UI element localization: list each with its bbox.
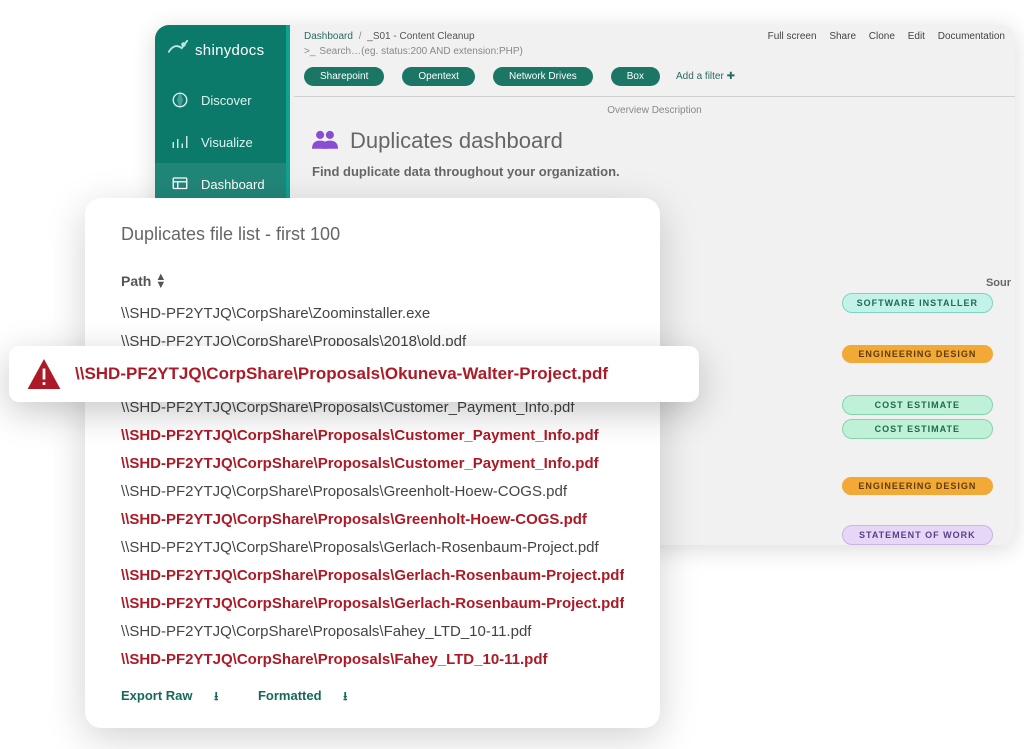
filter-row: Sharepoint Opentext Network Drives Box Add … [294, 63, 1015, 92]
people-icon [312, 129, 338, 154]
filter-pill-sharepoint[interactable]: Sharepoint [304, 67, 384, 86]
file-row[interactable]: \\SHD-PF2YTJQ\CorpShare\Zoominstaller.ex… [121, 299, 624, 327]
nav-label: Visualize [201, 135, 253, 150]
nav-label: Discover [201, 93, 252, 108]
alert-path: \\SHD-PF2YTJQ\CorpShare\Proposals\Okunev… [75, 364, 608, 384]
brand-text: shinydocs [195, 42, 264, 59]
add-filter-link[interactable]: Add a filter ✚ [676, 71, 735, 82]
plus-icon: ✚ [727, 71, 735, 82]
visualize-icon [171, 133, 189, 151]
export-raw-link[interactable]: Export Raw ⭳ [121, 688, 236, 703]
nav-item-discover[interactable]: Discover [155, 79, 286, 121]
filter-pill-network-drives[interactable]: Network Drives [493, 67, 593, 86]
file-row[interactable]: \\SHD-PF2YTJQ\CorpShare\Proposals\Greenh… [121, 505, 624, 533]
breadcrumb-current: _S01 - Content Cleanup [367, 31, 474, 42]
file-row[interactable]: \\SHD-PF2YTJQ\CorpShare\Proposals\Gerlac… [121, 589, 624, 617]
nav-item-visualize[interactable]: Visualize [155, 121, 286, 163]
sort-icon[interactable]: ▲▼ [155, 273, 166, 289]
tag-statement-of-work: STATEMENT OF WORK [842, 525, 993, 545]
page-subtitle: Find duplicate data throughout your orga… [312, 164, 997, 179]
search-bar[interactable]: >_ Search…(eg. status:200 AND extension:… [294, 44, 1015, 63]
file-row[interactable]: \\SHD-PF2YTJQ\CorpShare\Proposals\Fahey_… [121, 617, 624, 645]
tag-column: SOFTWARE INSTALLER ENGINEERING DESIGN COST… [842, 293, 993, 545]
path-column-header[interactable]: Path ▲▼ [121, 273, 624, 289]
overview-description-label: Overview Description [294, 97, 1015, 122]
nav-label: Dashboard [201, 177, 265, 192]
source-column-header[interactable]: Sour [986, 277, 1011, 289]
share-link[interactable]: Share [829, 31, 856, 42]
filter-pill-box[interactable]: Box [611, 67, 660, 86]
file-row[interactable]: \\SHD-PF2YTJQ\CorpShare\Proposals\Gerlac… [121, 533, 624, 561]
tag-cost-estimate: COST ESTIMATE [842, 419, 993, 439]
file-row[interactable]: \\SHD-PF2YTJQ\CorpShare\Proposals\Custom… [121, 449, 624, 477]
breadcrumb-root[interactable]: Dashboard [304, 31, 353, 42]
list-title: Duplicates file list - first 100 [121, 224, 624, 245]
clone-link[interactable]: Clone [869, 31, 895, 42]
file-row[interactable]: \\SHD-PF2YTJQ\CorpShare\Proposals\Greenh… [121, 477, 624, 505]
dashboard-icon [171, 175, 189, 193]
search-prompt-icon: >_ [304, 46, 315, 57]
path-header-label: Path [121, 273, 151, 289]
download-icon: ⭳ [343, 689, 347, 703]
duplicates-list-card: Duplicates file list - first 100 Path ▲▼… [85, 198, 660, 728]
page-header: Duplicates dashboard Find duplicate data… [294, 122, 1015, 193]
add-filter-label: Add a filter [676, 71, 724, 82]
brand-logo-icon [167, 39, 189, 61]
topbar-actions: Full screen Share Clone Edit Documentati… [758, 31, 1005, 42]
file-row[interactable]: \\SHD-PF2YTJQ\CorpShare\Proposals\Fahey_… [121, 645, 624, 673]
export-row: Export Raw ⭳ Formatted ⭳ [121, 687, 624, 708]
breadcrumb-sep: / [359, 31, 362, 42]
alert-card: \\SHD-PF2YTJQ\CorpShare\Proposals\Okunev… [9, 346, 699, 402]
file-row[interactable]: \\SHD-PF2YTJQ\CorpShare\Proposals\Gerlac… [121, 561, 624, 589]
fullscreen-link[interactable]: Full screen [768, 31, 817, 42]
search-placeholder[interactable]: Search…(eg. status:200 AND extension:PHP… [319, 46, 522, 57]
brand: shinydocs [155, 25, 286, 79]
edit-link[interactable]: Edit [908, 31, 925, 42]
page-title: Duplicates dashboard [350, 128, 563, 154]
tag-engineering-design: ENGINEERING DESIGN [842, 345, 993, 363]
tag-engineering-design: ENGINEERING DESIGN [842, 477, 993, 495]
filter-pill-opentext[interactable]: Opentext [402, 67, 475, 86]
discover-icon [171, 91, 189, 109]
alert-triangle-icon [27, 359, 61, 389]
tag-cost-estimate: COST ESTIMATE [842, 395, 993, 415]
download-icon: ⭳ [214, 689, 218, 703]
export-formatted-link[interactable]: Formatted ⭳ [258, 688, 365, 703]
tag-software-installer: SOFTWARE INSTALLER [842, 293, 993, 313]
file-row[interactable]: \\SHD-PF2YTJQ\CorpShare\Proposals\Custom… [121, 421, 624, 449]
docs-link[interactable]: Documentation [938, 31, 1005, 42]
